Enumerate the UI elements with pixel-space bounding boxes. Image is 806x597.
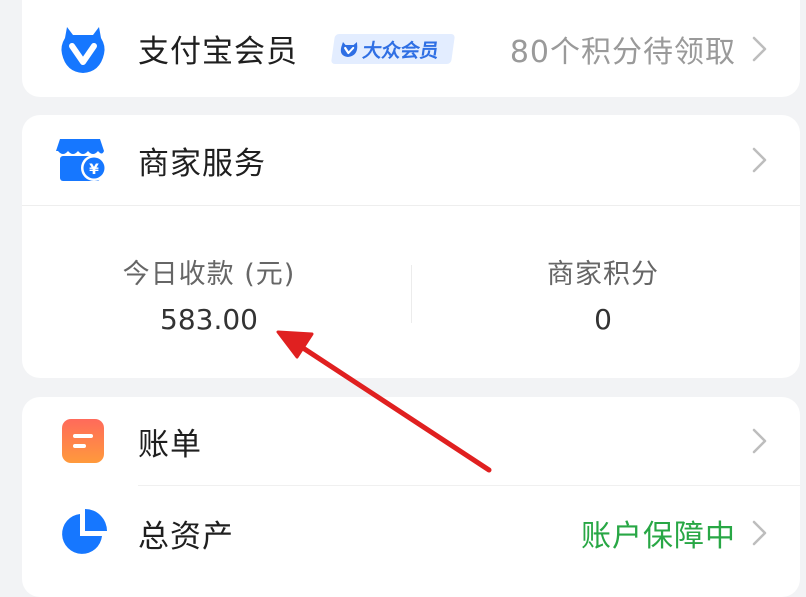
merchant-points-stat[interactable]: 商家积分 0	[443, 252, 763, 336]
today-receipts-value: 583.00	[160, 303, 258, 336]
member-level-badge: 大众会员	[330, 33, 456, 64]
pie-chart-icon	[56, 506, 110, 560]
member-level-text: 大众会员	[361, 39, 441, 61]
membership-card[interactable]: 支付宝会员 大众会员 80个积分待领取	[22, 0, 800, 97]
chevron-right-icon	[752, 428, 767, 454]
total-assets-title: 总资产	[138, 518, 234, 555]
storefront-icon: ¥	[56, 133, 110, 187]
membership-title: 支付宝会员	[138, 34, 298, 70]
stats-divider	[411, 265, 412, 323]
account-protection-status[interactable]: 账户保障中	[581, 511, 736, 555]
svg-text:¥: ¥	[89, 162, 99, 178]
merchant-services-row[interactable]: ¥ 商家服务	[22, 115, 800, 205]
bill-icon	[56, 414, 110, 468]
chevron-right-icon	[752, 520, 767, 546]
chevron-right-icon	[752, 36, 767, 61]
merchant-points-value: 0	[594, 303, 612, 336]
member-badge-icon	[340, 41, 358, 57]
merchant-card: ¥ 商家服务 今日收款 (元) 583.00 商家积分 0	[22, 115, 800, 378]
bills-title: 账单	[138, 426, 202, 463]
membership-row[interactable]: 支付宝会员 大众会员 80个积分待领取	[22, 0, 800, 97]
today-receipts-stat[interactable]: 今日收款 (元) 583.00	[49, 252, 369, 336]
merchant-points-label: 商家积分	[547, 259, 659, 290]
today-receipts-label: 今日收款 (元)	[122, 259, 296, 290]
alipay-member-icon	[56, 22, 110, 76]
bills-row[interactable]: 账单	[22, 397, 800, 485]
merchant-services-title: 商家服务	[138, 145, 266, 182]
points-pending-text[interactable]: 80个积分待领取	[510, 27, 736, 71]
chevron-right-icon	[752, 147, 767, 173]
total-assets-row[interactable]: 总资产 账户保障中	[22, 485, 800, 581]
merchant-divider	[22, 205, 800, 206]
finance-list-card: 账单 总资产 账户保障中	[22, 397, 800, 597]
